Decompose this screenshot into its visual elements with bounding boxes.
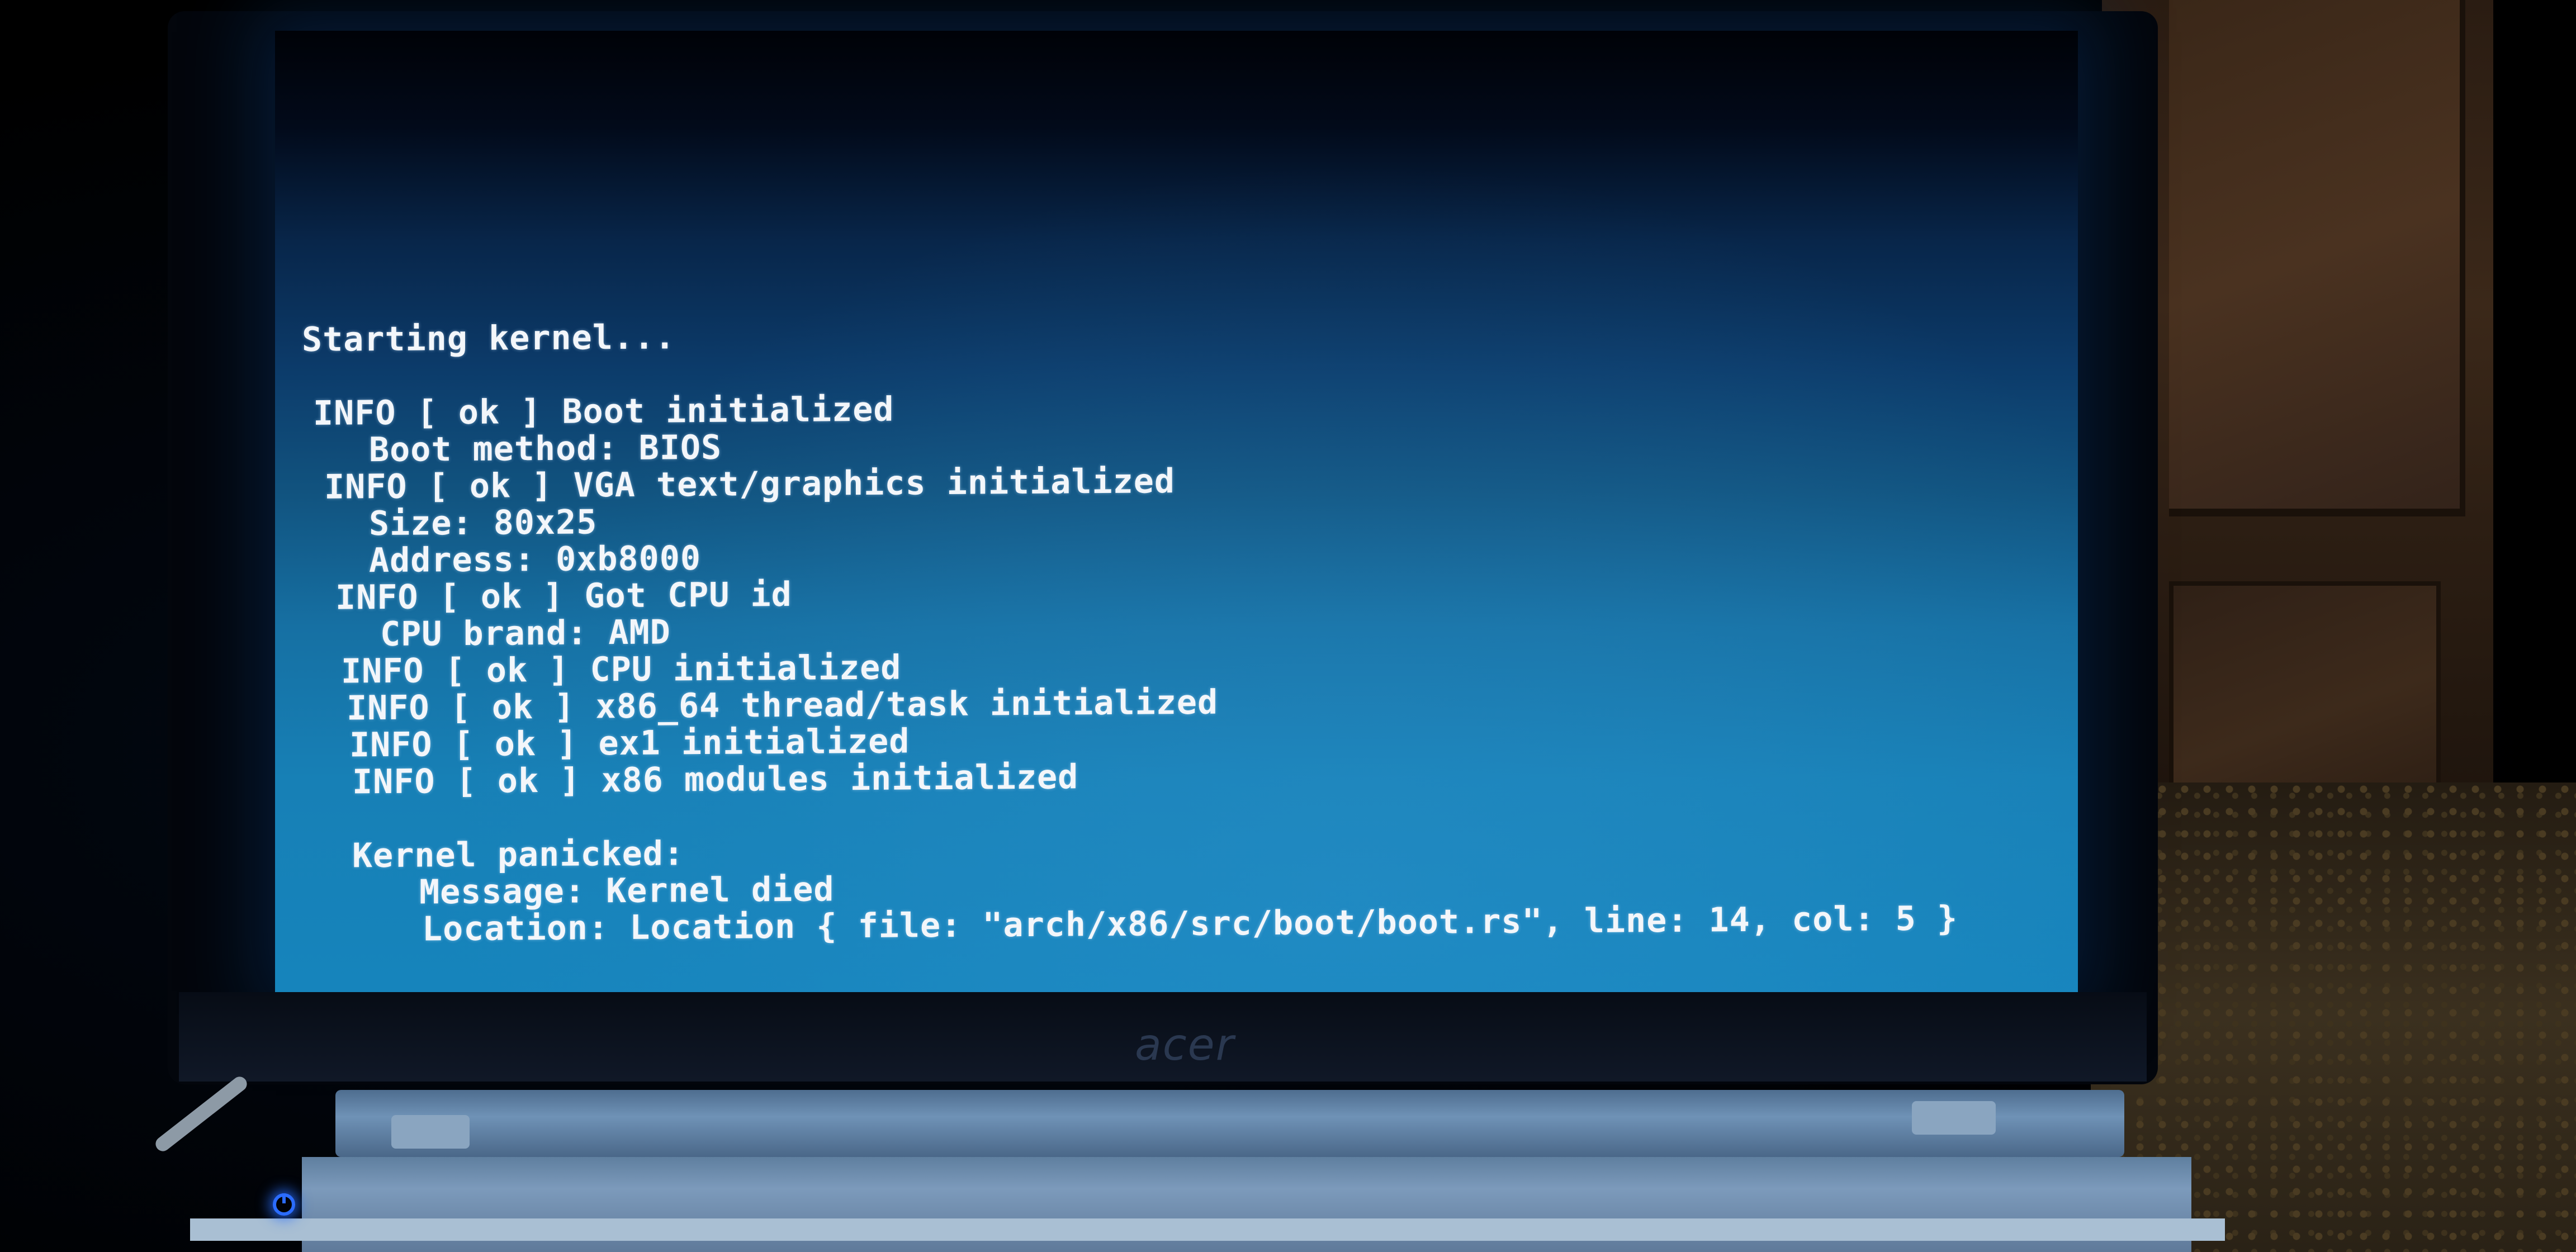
power-cable — [153, 1074, 250, 1154]
acer-logo: acer — [1135, 1020, 1235, 1070]
laptop-screen: Starting kernel... INFO [ ok ] Boot init… — [275, 31, 2078, 992]
power-icon[interactable] — [273, 1193, 295, 1216]
hinge-cap-right — [1912, 1101, 1996, 1135]
photo-scene: Starting kernel... INFO [ ok ] Boot init… — [0, 0, 2576, 1252]
hinge-cap-left — [391, 1115, 470, 1149]
laptop-base-edge — [190, 1218, 2225, 1241]
cabinet-door-top — [2169, 0, 2465, 516]
boot-console: Starting kernel... INFO [ ok ] Boot init… — [302, 309, 2035, 949]
laptop-hinge — [335, 1090, 2124, 1157]
